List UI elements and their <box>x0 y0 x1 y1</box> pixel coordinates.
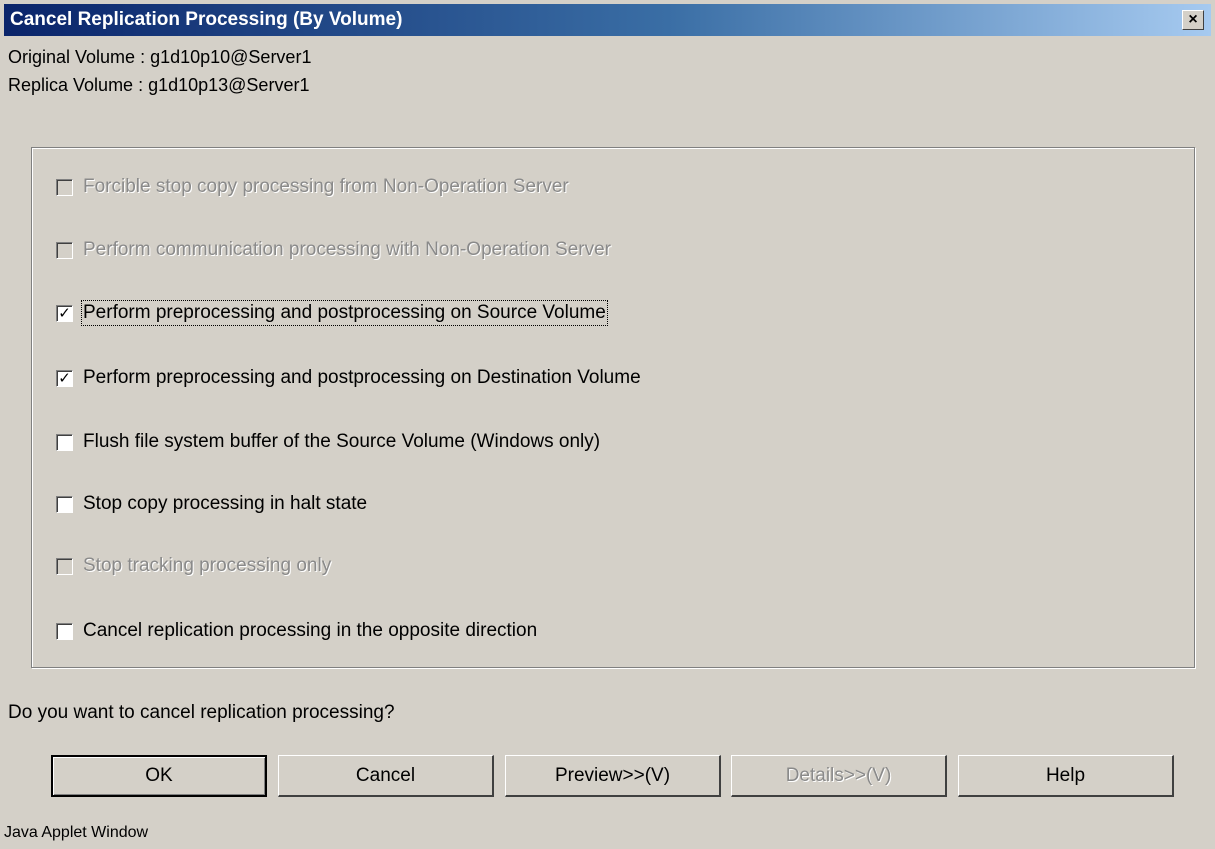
option-label: Stop tracking processing only <box>83 555 332 576</box>
option-label: Perform preprocessing and postprocessing… <box>83 367 641 388</box>
check-icon: ✓ <box>58 369 71 387</box>
flush-buffer-option[interactable]: Flush file system buffer of the Source V… <box>56 429 600 455</box>
original-volume-label: Original Volume : g1d10p10@Server1 <box>8 47 312 67</box>
forcible-stop-option: Forcible stop copy processing from Non-O… <box>56 174 569 200</box>
checkbox[interactable] <box>56 495 73 513</box>
preview-button[interactable]: Preview>>(V) <box>505 755 721 797</box>
ok-button[interactable]: OK <box>51 755 267 797</box>
stop-copy-halt-option[interactable]: Stop copy processing in halt state <box>56 491 367 517</box>
checkbox[interactable]: ✓ <box>56 369 73 387</box>
option-label: Cancel replication processing in the opp… <box>83 620 538 641</box>
close-icon: × <box>1188 11 1198 28</box>
title-bar: Cancel Replication Processing (By Volume… <box>4 4 1211 36</box>
confirmation-question: Do you want to cancel replication proces… <box>8 702 395 723</box>
window-title: Cancel Replication Processing (By Volume… <box>10 9 403 30</box>
option-label: Perform preprocessing and postprocessing… <box>81 300 608 326</box>
checkbox[interactable]: ✓ <box>56 304 73 322</box>
destination-pre-post-option[interactable]: ✓ Perform preprocessing and postprocessi… <box>56 365 641 391</box>
stop-tracking-option: Stop tracking processing only <box>56 553 331 579</box>
option-label: Forcible stop copy processing from Non-O… <box>83 176 569 197</box>
applet-status: Java Applet Window <box>4 824 149 841</box>
checkbox <box>56 241 73 259</box>
checkbox[interactable] <box>56 433 73 451</box>
cancel-button[interactable]: Cancel <box>278 755 494 797</box>
options-group <box>31 147 1195 668</box>
checkbox <box>56 178 73 196</box>
option-label: Perform communication processing with No… <box>83 239 611 260</box>
option-label: Flush file system buffer of the Source V… <box>83 431 601 452</box>
check-icon: ✓ <box>58 304 71 322</box>
close-button[interactable]: × <box>1182 10 1204 30</box>
help-button[interactable]: Help <box>958 755 1174 797</box>
option-label: Stop copy processing in halt state <box>83 493 368 514</box>
details-button: Details>>(V) <box>731 755 947 797</box>
replica-volume-label: Replica Volume : g1d10p13@Server1 <box>8 75 310 95</box>
communication-processing-option: Perform communication processing with No… <box>56 237 611 263</box>
checkbox[interactable] <box>56 622 73 640</box>
checkbox <box>56 557 73 575</box>
source-pre-post-option[interactable]: ✓ Perform preprocessing and postprocessi… <box>56 300 608 326</box>
opposite-direction-option[interactable]: Cancel replication processing in the opp… <box>56 618 537 644</box>
